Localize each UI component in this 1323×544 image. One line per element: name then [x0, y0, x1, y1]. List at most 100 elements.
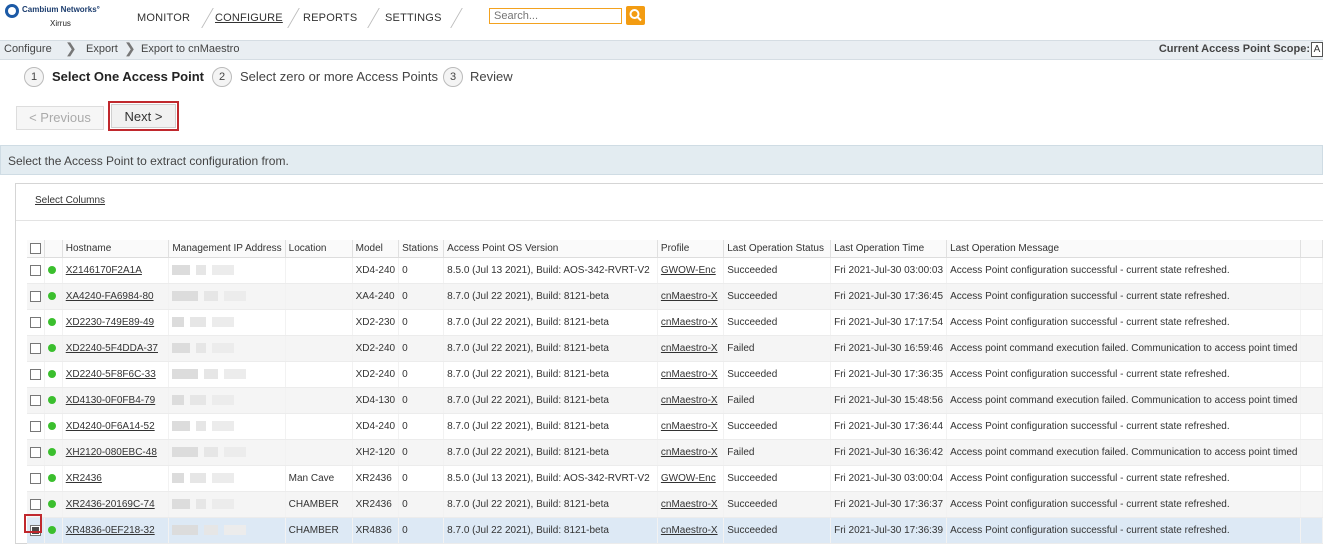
column-header-last-operation-time[interactable]: Last Operation Time: [830, 240, 948, 258]
last-operation-status-cell: Succeeded: [723, 491, 832, 518]
hostname-link[interactable]: XR2436-20169C-74: [66, 499, 155, 510]
profile-cell: cnMaestro-X: [657, 387, 725, 414]
hostname-link[interactable]: XH2120-080EBC-48: [66, 447, 157, 458]
table-row[interactable]: XR4836-0EF218-32 CHAMBER XR4836 0 8.7.0 (Jul…: [27, 517, 1323, 544]
location-cell: Man Cave: [285, 465, 353, 492]
hostname-link[interactable]: XR4836-0EF218-32: [66, 525, 155, 536]
extra-cell: [1300, 335, 1323, 362]
row-checkbox-cell: [27, 335, 46, 362]
hostname-link[interactable]: XD2240-5F8F6C-33: [66, 369, 156, 380]
search-input[interactable]: [489, 8, 622, 24]
row-checkbox[interactable]: [30, 368, 41, 380]
selected-checkbox-highlight: [24, 514, 42, 533]
hostname-cell: XD4240-0F6A14-52: [62, 413, 170, 440]
column-header-model[interactable]: Model: [352, 240, 400, 258]
select-columns-link[interactable]: Select Columns: [35, 195, 105, 206]
profile-link[interactable]: GWOW-Enc: [661, 265, 716, 276]
row-checkbox[interactable]: [30, 394, 41, 406]
hostname-link[interactable]: XD2230-749E89-49: [66, 317, 154, 328]
search-button[interactable]: [626, 6, 645, 25]
row-checkbox[interactable]: [30, 420, 41, 432]
column-header-hostname[interactable]: Hostname: [62, 240, 170, 258]
select-all-cell: [27, 240, 46, 258]
profile-link[interactable]: cnMaestro-X: [661, 343, 718, 354]
row-checkbox[interactable]: [30, 446, 41, 458]
select-all-checkbox[interactable]: [30, 242, 41, 254]
column-header-last-operation-status[interactable]: Last Operation Status: [723, 240, 832, 258]
row-checkbox[interactable]: [30, 290, 41, 302]
profile-link[interactable]: cnMaestro-X: [661, 395, 718, 406]
hostname-link[interactable]: XD2240-5F4DDA-37: [66, 343, 158, 354]
hostname-link[interactable]: X2146170F2A1A: [66, 265, 142, 276]
column-header-location[interactable]: Location: [285, 240, 353, 258]
hostname-link[interactable]: XD4130-0F0FB4-79: [66, 395, 156, 406]
profile-link[interactable]: cnMaestro-X: [661, 447, 718, 458]
online-status-icon: [48, 266, 57, 275]
table-row[interactable]: XD2230-749E89-49 XD2-230 0 8.7.0 (Jul 22 20…: [27, 309, 1323, 336]
location-cell: [285, 413, 353, 440]
extra-cell: [1300, 465, 1323, 492]
hostname-cell: XD2230-749E89-49: [62, 309, 170, 336]
model-cell: XR2436: [352, 465, 400, 492]
extra-cell: [1300, 439, 1323, 466]
last-operation-time-cell: Fri 2021-Jul-30 16:59:46: [830, 335, 948, 362]
table-row[interactable]: XR2436 Man Cave XR2436 0 8.5.0 (Jul 13 2021)…: [27, 465, 1323, 492]
hostname-link[interactable]: XD4240-0F6A14-52: [66, 421, 155, 432]
last-operation-message-cell: Access point command execution failed. C…: [946, 387, 1302, 414]
management-ip-cell: [168, 309, 286, 336]
nav-monitor[interactable]: MONITOR: [137, 12, 190, 24]
nav-settings[interactable]: SETTINGS: [385, 12, 442, 24]
profile-link[interactable]: GWOW-Enc: [661, 473, 716, 484]
table-row[interactable]: XR2436-20169C-74 CHAMBER XR2436 0 8.7.0 (Jul…: [27, 491, 1323, 518]
next-button[interactable]: Next >: [111, 104, 176, 128]
last-operation-time-cell: Fri 2021-Jul-30 17:36:39: [830, 517, 948, 544]
profile-link[interactable]: cnMaestro-X: [661, 291, 718, 302]
row-checkbox[interactable]: [30, 342, 41, 354]
profile-link[interactable]: cnMaestro-X: [661, 369, 718, 380]
profile-cell: cnMaestro-X: [657, 439, 725, 466]
profile-link[interactable]: cnMaestro-X: [661, 499, 718, 510]
profile-link[interactable]: cnMaestro-X: [661, 525, 718, 536]
table-row[interactable]: XA4240-FA6984-80 XA4-240 0 8.7.0 (Jul 22 20…: [27, 283, 1323, 310]
table-row[interactable]: X2146170F2A1A XD4-240 0 8.5.0 (Jul 13 2021)…: [27, 257, 1323, 284]
column-header-last-operation-message[interactable]: Last Operation Message: [946, 240, 1302, 258]
row-checkbox[interactable]: [30, 472, 41, 484]
nav-configure[interactable]: CONFIGURE: [215, 12, 283, 24]
last-operation-time-cell: Fri 2021-Jul-30 15:48:56: [830, 387, 948, 414]
table-body: X2146170F2A1A XD4-240 0 8.5.0 (Jul 13 2021)…: [27, 257, 1323, 544]
breadcrumb-export[interactable]: Export: [86, 43, 118, 55]
table-row[interactable]: XD4240-0F6A14-52 XD4-240 0 8.7.0 (Jul 22 20…: [27, 413, 1323, 440]
step-1-label: Select One Access Point: [52, 69, 204, 84]
profile-link[interactable]: cnMaestro-X: [661, 317, 718, 328]
model-cell: XD4-240: [352, 413, 400, 440]
column-header-stations[interactable]: Stations: [398, 240, 445, 258]
location-cell: [285, 387, 353, 414]
online-status-icon: [48, 396, 57, 405]
table-row[interactable]: XD2240-5F8F6C-33 XD2-240 0 8.7.0 (Jul 22 20…: [27, 361, 1323, 388]
model-cell: XR4836: [352, 517, 400, 544]
hostname-link[interactable]: XA4240-FA6984-80: [66, 291, 154, 302]
row-checkbox[interactable]: [30, 498, 41, 510]
column-header-profile[interactable]: Profile: [657, 240, 725, 258]
column-header-management-ip[interactable]: Management IP Address: [168, 240, 286, 258]
table-row[interactable]: XD4130-0F0FB4-79 XD4-130 0 8.7.0 (Jul 22 20…: [27, 387, 1323, 414]
breadcrumb-export-to-cnmaestro: Export to cnMaestro: [141, 43, 240, 55]
table-row[interactable]: XD2240-5F4DDA-37 XD2-240 0 8.7.0 (Jul 22 20…: [27, 335, 1323, 362]
previous-button[interactable]: < Previous: [16, 106, 104, 130]
last-operation-time-cell: Fri 2021-Jul-30 17:36:45: [830, 283, 948, 310]
last-operation-message-cell: Access Point configuration successful - …: [946, 361, 1302, 388]
scope-selector[interactable]: A: [1311, 42, 1323, 57]
column-header-os-version[interactable]: Access Point OS Version: [443, 240, 658, 258]
redacted-ip-block: [190, 395, 207, 406]
row-checkbox[interactable]: [30, 264, 41, 276]
row-checkbox[interactable]: [30, 316, 41, 328]
redacted-ip-block: [224, 291, 247, 302]
breadcrumb-configure[interactable]: Configure: [4, 43, 52, 55]
cambium-logo[interactable]: Cambium Networks° Xirrus: [5, 4, 105, 32]
table-row[interactable]: XH2120-080EBC-48 XH2-120 0 8.7.0 (Jul 22 20…: [27, 439, 1323, 466]
stations-cell: 0: [398, 517, 445, 544]
hostname-link[interactable]: XR2436: [66, 473, 102, 484]
model-cell: XD4-130: [352, 387, 400, 414]
profile-link[interactable]: cnMaestro-X: [661, 421, 718, 432]
nav-reports[interactable]: REPORTS: [303, 12, 357, 24]
